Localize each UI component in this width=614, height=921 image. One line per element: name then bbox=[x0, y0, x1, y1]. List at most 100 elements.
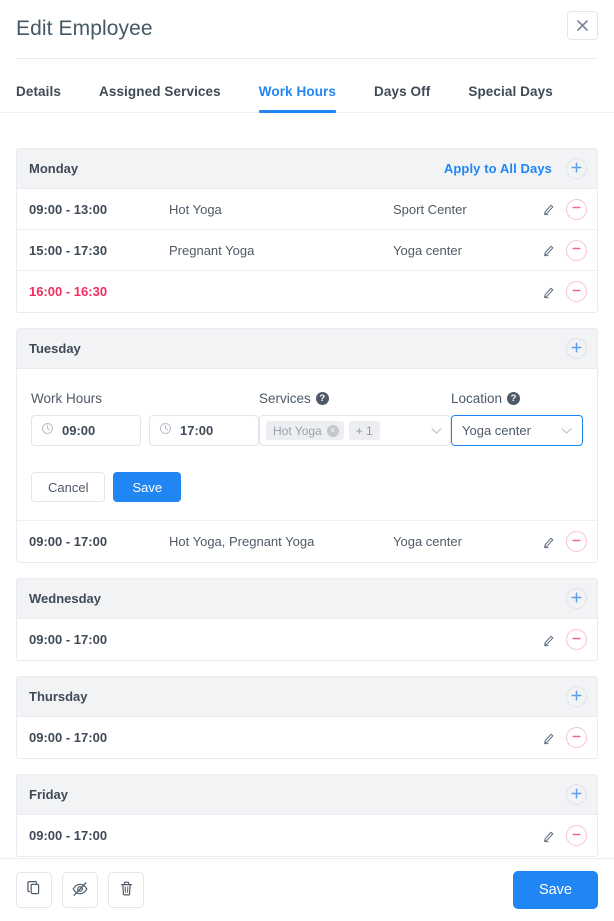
services-select[interactable]: Hot Yoga × + 1 bbox=[259, 415, 451, 446]
hide-button[interactable] bbox=[62, 872, 98, 908]
form-actions: Cancel Save bbox=[31, 472, 583, 502]
row-actions bbox=[541, 281, 587, 302]
help-icon[interactable]: ? bbox=[507, 392, 521, 405]
work-hours-list[interactable]: Monday Apply to All Days 09:00 - 13:00 H… bbox=[0, 132, 614, 858]
day-header: Wednesday bbox=[17, 579, 597, 619]
remove-row-button[interactable] bbox=[566, 531, 587, 552]
row-time: 09:00 - 17:00 bbox=[29, 730, 108, 745]
save-work-hour-button[interactable]: Save bbox=[113, 472, 182, 502]
row-time: 09:00 - 17:00 bbox=[29, 534, 108, 549]
tab-days-off[interactable]: Days Off bbox=[374, 84, 430, 112]
help-icon[interactable]: ? bbox=[315, 392, 329, 405]
work-hour-edit-form: Work Hours 09:00 17:00 Services ? Hot Yo… bbox=[17, 369, 597, 521]
row-time: 09:00 - 17:00 bbox=[29, 632, 108, 647]
apply-to-all-days-link[interactable]: Apply to All Days bbox=[444, 161, 552, 176]
row-actions bbox=[541, 825, 587, 846]
edit-icon[interactable] bbox=[541, 201, 557, 217]
duplicate-button[interactable] bbox=[16, 872, 52, 908]
add-work-hour-button[interactable] bbox=[566, 686, 587, 707]
minus-icon bbox=[571, 631, 582, 649]
tab-assigned-services[interactable]: Assigned Services bbox=[99, 84, 221, 112]
plus-icon bbox=[571, 688, 582, 706]
chevron-down-icon bbox=[561, 427, 574, 435]
eye-off-icon bbox=[71, 880, 89, 901]
table-row: 16:00 - 16:30 bbox=[17, 271, 597, 312]
day-title: Tuesday bbox=[29, 341, 81, 356]
location-select[interactable]: Yoga center bbox=[451, 415, 583, 446]
minus-icon bbox=[571, 200, 582, 218]
modal-header: Edit Employee bbox=[0, 0, 614, 58]
add-work-hour-button[interactable] bbox=[566, 338, 587, 359]
edit-icon[interactable] bbox=[541, 534, 557, 550]
row-actions bbox=[541, 198, 587, 220]
services-label: Services ? bbox=[259, 391, 451, 406]
table-row: 09:00 - 17:00 bbox=[17, 619, 597, 660]
day-title: Friday bbox=[29, 787, 69, 802]
page-title: Edit Employee bbox=[16, 17, 153, 40]
service-chip-label: Hot Yoga bbox=[273, 423, 322, 438]
close-button[interactable] bbox=[567, 11, 598, 40]
chevron-down-icon bbox=[431, 427, 444, 435]
end-time-input[interactable]: 17:00 bbox=[149, 415, 259, 446]
tab-special-days[interactable]: Special Days bbox=[468, 84, 553, 112]
day-title: Wednesday bbox=[29, 591, 102, 606]
time-row: 09:00 17:00 bbox=[31, 415, 259, 446]
delete-button[interactable] bbox=[108, 872, 144, 908]
end-time-value: 17:00 bbox=[180, 423, 214, 438]
form-grid: Work Hours 09:00 17:00 Services ? Hot Yo… bbox=[31, 391, 583, 446]
start-time-value: 09:00 bbox=[62, 423, 96, 438]
tab-work-hours[interactable]: Work Hours bbox=[258, 84, 337, 113]
add-work-hour-button[interactable] bbox=[566, 784, 587, 805]
minus-icon bbox=[571, 283, 582, 301]
row-services: Pregnant Yoga bbox=[169, 242, 255, 258]
tab-bar: Details Assigned Services Work Hours Day… bbox=[0, 59, 614, 113]
day-card-thursday: Thursday 09:00 - 17:00 bbox=[16, 676, 598, 759]
work-hours-label: Work Hours bbox=[31, 391, 103, 406]
remove-row-button[interactable] bbox=[566, 727, 587, 748]
plus-icon bbox=[571, 590, 582, 608]
row-time: 16:00 - 16:30 bbox=[29, 284, 108, 299]
chip-remove-icon[interactable]: × bbox=[326, 424, 339, 437]
copy-icon bbox=[26, 880, 43, 900]
save-button[interactable]: Save bbox=[512, 871, 598, 909]
table-row: 09:00 - 17:00 Hot Yoga, Pregnant Yoga Yo… bbox=[17, 521, 597, 562]
cancel-button[interactable]: Cancel bbox=[31, 472, 106, 502]
clock-icon bbox=[159, 422, 172, 440]
add-work-hour-button[interactable] bbox=[566, 588, 587, 609]
row-actions bbox=[541, 727, 587, 748]
plus-icon bbox=[571, 340, 582, 358]
work-hours-group: Work Hours 09:00 17:00 bbox=[31, 391, 259, 446]
location-label: Location ? bbox=[451, 391, 583, 406]
day-title: Monday bbox=[29, 161, 79, 176]
close-icon bbox=[577, 20, 588, 31]
table-row: 09:00 - 13:00 Hot Yoga Sport Center bbox=[17, 189, 597, 230]
edit-icon[interactable] bbox=[541, 730, 557, 746]
edit-icon[interactable] bbox=[541, 242, 557, 258]
remove-row-button[interactable] bbox=[566, 281, 587, 302]
tab-details[interactable]: Details bbox=[16, 84, 61, 112]
row-actions bbox=[541, 629, 587, 650]
start-time-input[interactable]: 09:00 bbox=[31, 415, 141, 446]
minus-icon bbox=[571, 827, 582, 845]
service-chip: Hot Yoga × bbox=[266, 421, 344, 440]
service-overflow-badge: + 1 bbox=[348, 421, 380, 440]
row-location: Yoga center bbox=[393, 242, 462, 258]
day-card-tuesday: Tuesday Work Hours 09:00 17:00 Services … bbox=[16, 328, 598, 563]
edit-icon[interactable] bbox=[541, 828, 557, 844]
day-card-friday: Friday 09:00 - 17:00 bbox=[16, 774, 598, 857]
location-value: Yoga center bbox=[462, 423, 531, 438]
remove-row-button[interactable] bbox=[566, 198, 587, 220]
remove-row-button[interactable] bbox=[566, 629, 587, 650]
add-work-hour-button[interactable] bbox=[566, 158, 587, 179]
row-time: 09:00 - 17:00 bbox=[29, 828, 108, 843]
day-header: Tuesday bbox=[17, 329, 597, 369]
remove-row-button[interactable] bbox=[566, 825, 587, 846]
remove-row-button[interactable] bbox=[566, 239, 587, 261]
edit-icon[interactable] bbox=[541, 284, 557, 300]
row-services: Hot Yoga, Pregnant Yoga bbox=[169, 534, 315, 549]
row-actions bbox=[541, 239, 587, 261]
edit-icon[interactable] bbox=[541, 632, 557, 648]
table-row: 09:00 - 17:00 bbox=[17, 815, 597, 856]
row-location: Sport Center bbox=[393, 201, 467, 217]
day-card-monday: Monday Apply to All Days 09:00 - 13:00 H… bbox=[16, 148, 598, 313]
